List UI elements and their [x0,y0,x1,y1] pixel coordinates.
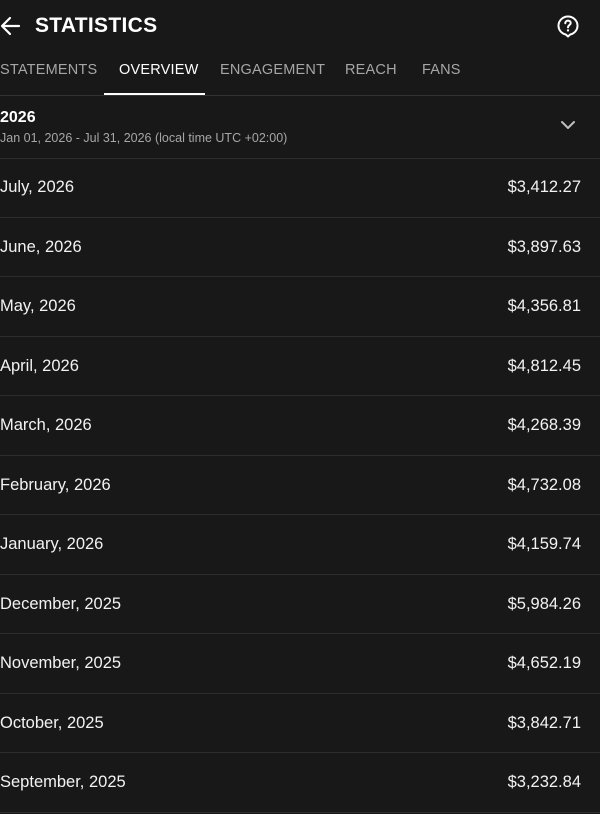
list-item[interactable]: March, 2026 $4,268.39 [0,396,600,456]
month-amount: $4,356.81 [507,297,581,315]
tab-bar: STATEMENTS OVERVIEW ENGAGEMENT REACH FAN… [0,52,600,96]
help-button[interactable] [556,14,580,38]
period-range: Jan 01, 2026 - Jul 31, 2026 (local time … [0,131,288,145]
month-amount: $4,732.08 [507,475,581,494]
month-label: July, 2026 [0,178,74,196]
list-item[interactable]: February, 2026 $4,732.08 [0,456,600,515]
month-amount: $4,652.19 [507,654,581,672]
page-title: STATISTICS [35,14,158,37]
back-button[interactable] [0,13,22,39]
month-amount: $3,842.71 [507,713,581,732]
month-amount: $3,412.27 [507,178,581,196]
list-item[interactable]: November, 2025 $4,652.19 [0,634,600,694]
app-header: STATISTICS [0,0,600,52]
question-circle-icon [557,15,579,38]
list-item[interactable]: July, 2026 $3,412.27 [0,158,600,218]
month-label: March, 2026 [0,416,92,434]
month-label: January, 2026 [0,535,104,553]
tab-statements[interactable]: STATEMENTS [0,52,97,95]
month-label: May, 2026 [0,297,76,315]
month-amount: $4,159.74 [507,535,581,553]
period-year: 2026 [0,109,36,126]
month-label: September, 2025 [0,773,126,791]
list-item[interactable]: December, 2025 $5,984.26 [0,575,600,634]
tab-reach[interactable]: REACH [345,52,397,95]
list-item[interactable]: January, 2026 $4,159.74 [0,515,600,575]
list-item[interactable]: September, 2025 $3,232.84 [0,753,600,813]
month-amount: $4,268.39 [507,416,581,434]
list-item[interactable]: October, 2025 $3,842.71 [0,694,600,753]
month-amount: $4,812.45 [507,356,581,375]
month-label: June, 2026 [0,237,82,256]
month-label: February, 2026 [0,475,111,494]
chevron-down-icon [561,121,575,129]
list-item[interactable]: April, 2026 $4,812.45 [0,337,600,396]
month-label: October, 2025 [0,713,104,732]
month-amount: $3,232.84 [507,773,581,791]
tab-fans[interactable]: FANS [422,52,461,95]
active-tab-indicator [104,93,205,95]
monthly-earnings-list: July, 2026 $3,412.27 June, 2026 $3,897.6… [0,158,600,813]
arrow-left-icon [0,16,21,36]
tab-overview[interactable]: OVERVIEW [119,52,199,95]
month-label: November, 2025 [0,654,122,672]
month-amount: $5,984.26 [507,594,581,613]
period-selector[interactable]: 2026 Jan 01, 2026 - Jul 31, 2026 (local … [0,96,600,159]
list-item[interactable]: June, 2026 $3,897.63 [0,218,600,277]
list-item[interactable]: May, 2026 $4,356.81 [0,277,600,337]
tab-engagement[interactable]: ENGAGEMENT [220,52,325,95]
month-amount: $3,897.63 [507,237,581,256]
month-label: December, 2025 [0,594,122,613]
month-label: April, 2026 [0,356,79,375]
